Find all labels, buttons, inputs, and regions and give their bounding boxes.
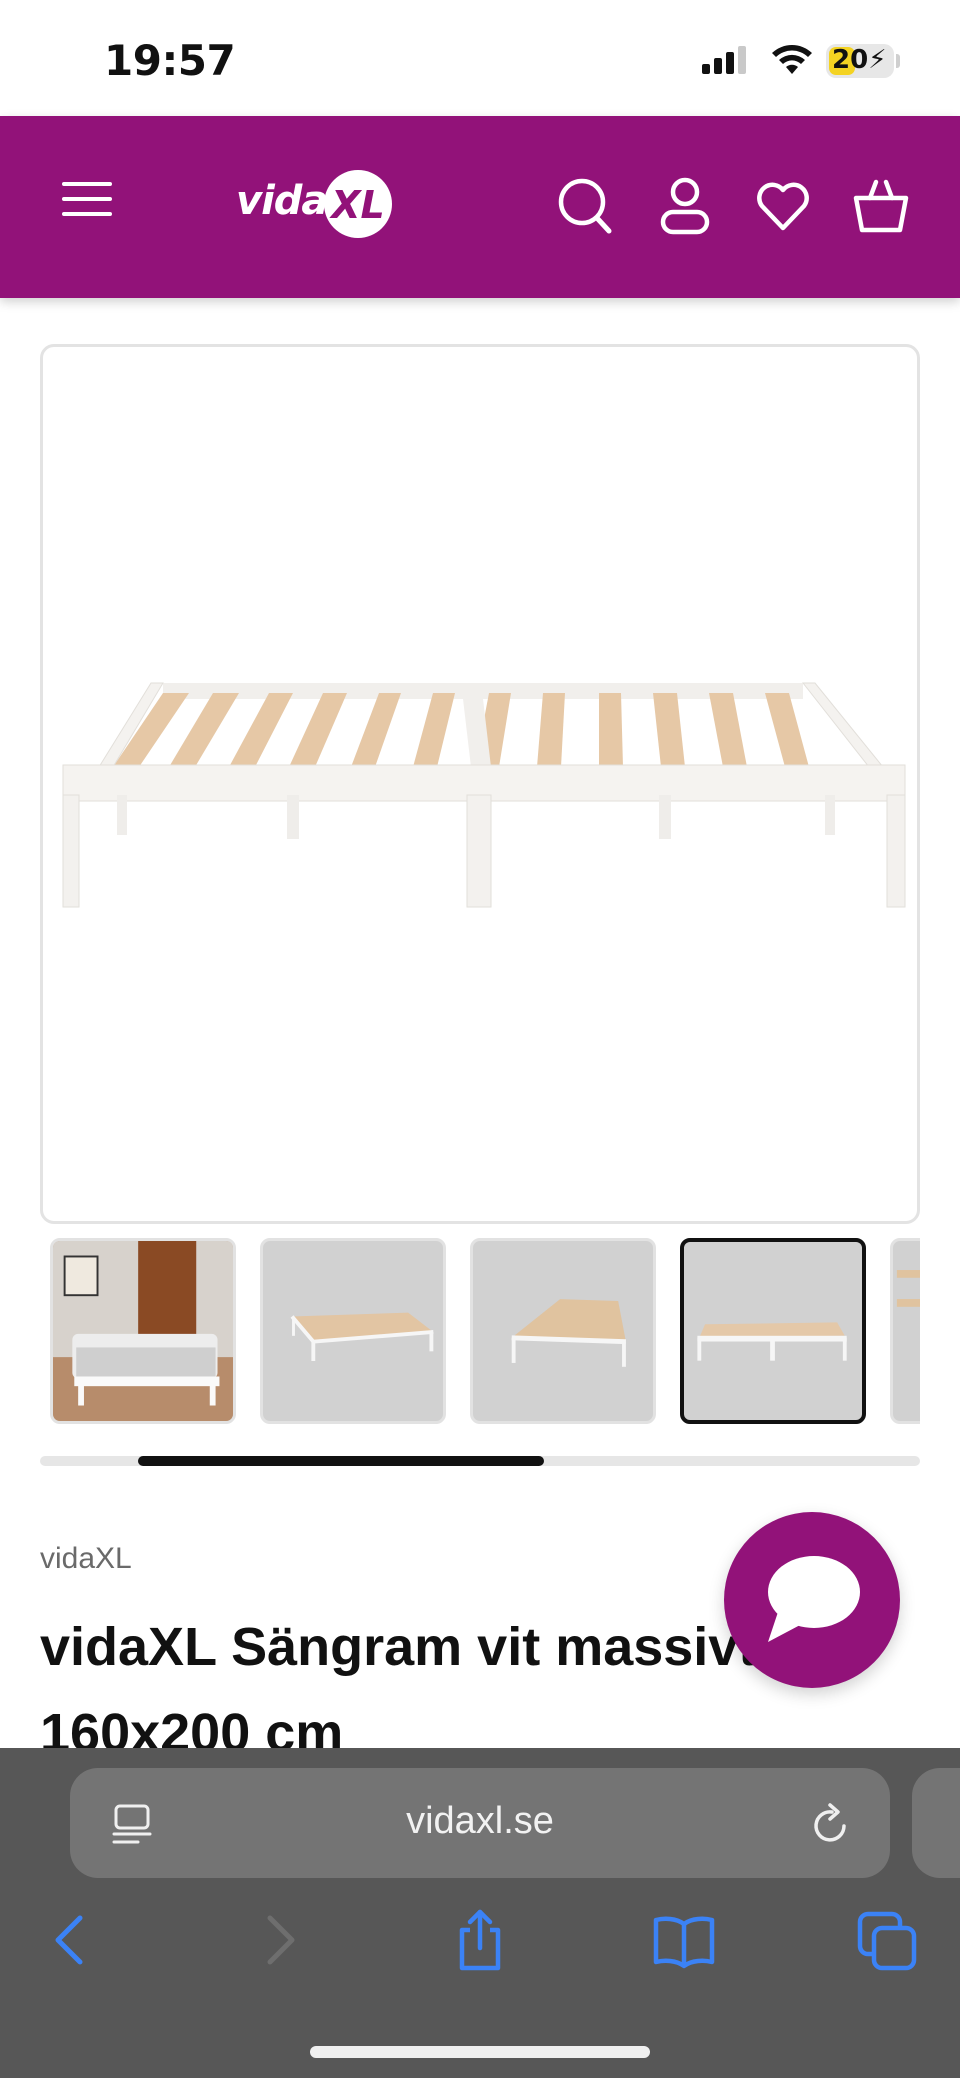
- browser-toolbar: vidaxl.se: [0, 1748, 960, 2078]
- product-brand[interactable]: vidaXL: [40, 1542, 132, 1576]
- wishlist-heart-icon[interactable]: [754, 174, 812, 236]
- bed-frame-illustration: [62, 682, 906, 908]
- product-title-line1: vidaXL Sängram vit massivt trä: [40, 1617, 841, 1677]
- bedroom-scene-image: [53, 1241, 233, 1421]
- bed-frame-thumb: [511, 1299, 626, 1367]
- cellular-signal-icon: [702, 46, 746, 74]
- product-main-image[interactable]: [40, 344, 920, 1224]
- bookmarks-book-icon[interactable]: [652, 1908, 716, 1972]
- account-icon[interactable]: [656, 174, 714, 236]
- logo-wordmark: vida: [236, 178, 328, 224]
- chat-bubble-icon: [768, 1556, 860, 1642]
- battery-percentage: 20⚡: [832, 45, 887, 75]
- address-bar[interactable]: vidaxl.se: [70, 1768, 890, 1878]
- thumbnail-3[interactable]: [470, 1238, 656, 1424]
- url-text[interactable]: vidaxl.se: [70, 1800, 890, 1843]
- search-icon[interactable]: [556, 174, 614, 236]
- battery-icon: 20⚡: [826, 44, 894, 78]
- home-indicator: [310, 2046, 650, 2058]
- thumbnail-1[interactable]: [50, 1238, 236, 1424]
- thumbnail-2[interactable]: [260, 1238, 446, 1424]
- vidaxl-logo[interactable]: vida XL: [236, 164, 406, 244]
- thumbnail-4-selected[interactable]: [680, 1238, 866, 1424]
- bed-frame-thumb: [896, 1270, 920, 1307]
- thumbnail-scrollbar-thumb[interactable]: [138, 1456, 544, 1466]
- bed-frame-thumb: [290, 1312, 434, 1361]
- site-header: vida XL: [0, 116, 960, 298]
- forward-arrow-icon: [267, 1915, 295, 1965]
- reload-icon[interactable]: [810, 1802, 852, 1846]
- thumbnail-strip[interactable]: [50, 1236, 920, 1426]
- status-bar: 19:57 20⚡: [0, 0, 960, 116]
- tabs-icon[interactable]: [856, 1908, 920, 1972]
- chat-button[interactable]: [724, 1512, 900, 1688]
- wifi-icon: [772, 45, 812, 74]
- logo-xl-badge: XL: [324, 170, 392, 238]
- menu-icon[interactable]: [62, 178, 114, 220]
- battery-cap: [896, 54, 900, 68]
- next-tab-peek[interactable]: [912, 1768, 960, 1878]
- cart-basket-icon[interactable]: [852, 174, 910, 236]
- bed-frame-thumb: [697, 1322, 847, 1361]
- thumbnail-5[interactable]: [890, 1238, 920, 1424]
- status-time: 19:57: [104, 36, 236, 85]
- svg-text:XL: XL: [329, 183, 385, 227]
- share-icon[interactable]: [448, 1908, 512, 1972]
- back-arrow-icon[interactable]: [40, 1908, 104, 1972]
